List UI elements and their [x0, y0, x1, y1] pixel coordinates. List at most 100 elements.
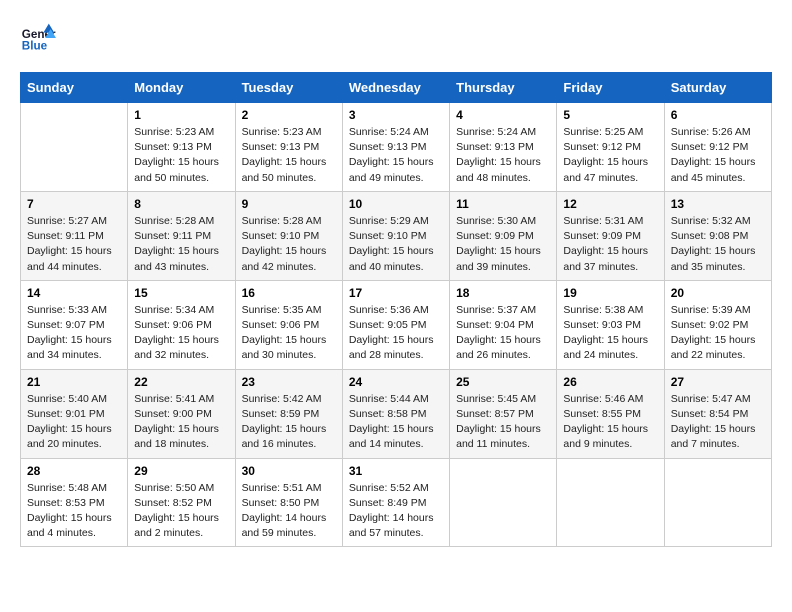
header-day: Saturday: [664, 73, 771, 103]
calendar-cell: 24Sunrise: 5:44 AM Sunset: 8:58 PM Dayli…: [342, 369, 449, 458]
page-header: General Blue: [20, 20, 772, 56]
calendar-cell: 18Sunrise: 5:37 AM Sunset: 9:04 PM Dayli…: [450, 280, 557, 369]
day-number: 23: [242, 375, 336, 389]
cell-info: Sunrise: 5:39 AM Sunset: 9:02 PM Dayligh…: [671, 303, 765, 364]
calendar-cell: 8Sunrise: 5:28 AM Sunset: 9:11 PM Daylig…: [128, 191, 235, 280]
calendar-cell: 7 Sunrise: 5:27 AM Sunset: 9:11 PM Daylig…: [21, 191, 128, 280]
calendar-cell: [557, 458, 664, 547]
header-day: Monday: [128, 73, 235, 103]
calendar-cell: 14Sunrise: 5:33 AM Sunset: 9:07 PM Dayli…: [21, 280, 128, 369]
cell-info: Sunrise: 5:50 AM Sunset: 8:52 PM Dayligh…: [134, 481, 228, 542]
cell-info: Sunrise: 5:42 AM Sunset: 8:59 PM Dayligh…: [242, 392, 336, 453]
cell-info: Sunrise: 5:47 AM Sunset: 8:54 PM Dayligh…: [671, 392, 765, 453]
day-number: 16: [242, 286, 336, 300]
header-row: SundayMondayTuesdayWednesdayThursdayFrid…: [21, 73, 772, 103]
calendar-cell: 19Sunrise: 5:38 AM Sunset: 9:03 PM Dayli…: [557, 280, 664, 369]
calendar-cell: 9 Sunrise: 5:28 AM Sunset: 9:10 PM Daylig…: [235, 191, 342, 280]
calendar-cell: [664, 458, 771, 547]
cell-info: Sunrise: 5:24 AM Sunset: 9:13 PM Dayligh…: [349, 125, 443, 186]
cell-info: Sunrise: 5:25 AM Sunset: 9:12 PM Dayligh…: [563, 125, 657, 186]
calendar-cell: 31Sunrise: 5:52 AM Sunset: 8:49 PM Dayli…: [342, 458, 449, 547]
calendar-cell: 13 Sunrise: 5:32 AM Sunset: 9:08 PM Dayli…: [664, 191, 771, 280]
day-number: 13: [671, 197, 765, 211]
cell-info: Sunrise: 5:38 AM Sunset: 9:03 PM Dayligh…: [563, 303, 657, 364]
day-number: 1: [134, 108, 228, 122]
calendar-cell: 21 Sunrise: 5:40 AM Sunset: 9:01 PM Dayli…: [21, 369, 128, 458]
calendar-cell: 17Sunrise: 5:36 AM Sunset: 9:05 PM Dayli…: [342, 280, 449, 369]
cell-info: Sunrise: 5:32 AM Sunset: 9:08 PM Dayligh…: [671, 214, 765, 275]
svg-text:Blue: Blue: [22, 40, 48, 53]
day-number: 25: [456, 375, 550, 389]
calendar-cell: 22 Sunrise: 5:41 AM Sunset: 9:00 PM Dayli…: [128, 369, 235, 458]
cell-info: Sunrise: 5:24 AM Sunset: 9:13 PM Dayligh…: [456, 125, 550, 186]
day-number: 22: [134, 375, 228, 389]
header-day: Wednesday: [342, 73, 449, 103]
cell-info: Sunrise: 5:35 AM Sunset: 9:06 PM Dayligh…: [242, 303, 336, 364]
calendar-cell: 28 Sunrise: 5:48 AM Sunset: 8:53 PM Dayli…: [21, 458, 128, 547]
calendar-cell: 25 Sunrise: 5:45 AM Sunset: 8:57 PM Dayli…: [450, 369, 557, 458]
calendar-cell: 12 Sunrise: 5:31 AM Sunset: 9:09 PM Dayli…: [557, 191, 664, 280]
calendar-cell: 2Sunrise: 5:23 AM Sunset: 9:13 PM Daylig…: [235, 103, 342, 192]
calendar-cell: 16 Sunrise: 5:35 AM Sunset: 9:06 PM Dayli…: [235, 280, 342, 369]
calendar-cell: 15Sunrise: 5:34 AM Sunset: 9:06 PM Dayli…: [128, 280, 235, 369]
header-day: Friday: [557, 73, 664, 103]
calendar-cell: 11 Sunrise: 5:30 AM Sunset: 9:09 PM Dayli…: [450, 191, 557, 280]
cell-info: Sunrise: 5:51 AM Sunset: 8:50 PM Dayligh…: [242, 481, 336, 542]
day-number: 30: [242, 464, 336, 478]
day-number: 27: [671, 375, 765, 389]
day-number: 29: [134, 464, 228, 478]
day-number: 21: [27, 375, 121, 389]
day-number: 26: [563, 375, 657, 389]
calendar-cell: 20 Sunrise: 5:39 AM Sunset: 9:02 PM Dayli…: [664, 280, 771, 369]
cell-info: Sunrise: 5:31 AM Sunset: 9:09 PM Dayligh…: [563, 214, 657, 275]
calendar-header: SundayMondayTuesdayWednesdayThursdayFrid…: [21, 73, 772, 103]
day-number: 6: [671, 108, 765, 122]
calendar-cell: 29 Sunrise: 5:50 AM Sunset: 8:52 PM Dayli…: [128, 458, 235, 547]
calendar-table: SundayMondayTuesdayWednesdayThursdayFrid…: [20, 72, 772, 547]
day-number: 15: [134, 286, 228, 300]
calendar-cell: 30 Sunrise: 5:51 AM Sunset: 8:50 PM Dayli…: [235, 458, 342, 547]
day-number: 7: [27, 197, 121, 211]
cell-info: Sunrise: 5:27 AM Sunset: 9:11 PM Dayligh…: [27, 214, 121, 275]
day-number: 28: [27, 464, 121, 478]
calendar-cell: 6 Sunrise: 5:26 AM Sunset: 9:12 PM Daylig…: [664, 103, 771, 192]
day-number: 10: [349, 197, 443, 211]
header-day: Sunday: [21, 73, 128, 103]
cell-info: Sunrise: 5:48 AM Sunset: 8:53 PM Dayligh…: [27, 481, 121, 542]
cell-info: Sunrise: 5:29 AM Sunset: 9:10 PM Dayligh…: [349, 214, 443, 275]
cell-info: Sunrise: 5:26 AM Sunset: 9:12 PM Dayligh…: [671, 125, 765, 186]
cell-info: Sunrise: 5:23 AM Sunset: 9:13 PM Dayligh…: [134, 125, 228, 186]
calendar-cell: 27 Sunrise: 5:47 AM Sunset: 8:54 PM Dayli…: [664, 369, 771, 458]
day-number: 11: [456, 197, 550, 211]
day-number: 17: [349, 286, 443, 300]
calendar-cell: 10 Sunrise: 5:29 AM Sunset: 9:10 PM Dayli…: [342, 191, 449, 280]
cell-info: Sunrise: 5:46 AM Sunset: 8:55 PM Dayligh…: [563, 392, 657, 453]
day-number: 8: [134, 197, 228, 211]
day-number: 4: [456, 108, 550, 122]
calendar-week: 14Sunrise: 5:33 AM Sunset: 9:07 PM Dayli…: [21, 280, 772, 369]
calendar-cell: 23 Sunrise: 5:42 AM Sunset: 8:59 PM Dayli…: [235, 369, 342, 458]
cell-info: Sunrise: 5:45 AM Sunset: 8:57 PM Dayligh…: [456, 392, 550, 453]
header-day: Thursday: [450, 73, 557, 103]
cell-info: Sunrise: 5:33 AM Sunset: 9:07 PM Dayligh…: [27, 303, 121, 364]
calendar-cell: [21, 103, 128, 192]
calendar-cell: 4 Sunrise: 5:24 AM Sunset: 9:13 PM Daylig…: [450, 103, 557, 192]
calendar-week: 7 Sunrise: 5:27 AM Sunset: 9:11 PM Daylig…: [21, 191, 772, 280]
cell-info: Sunrise: 5:52 AM Sunset: 8:49 PM Dayligh…: [349, 481, 443, 542]
day-number: 5: [563, 108, 657, 122]
calendar-week: 21 Sunrise: 5:40 AM Sunset: 9:01 PM Dayli…: [21, 369, 772, 458]
cell-info: Sunrise: 5:23 AM Sunset: 9:13 PM Dayligh…: [242, 125, 336, 186]
cell-info: Sunrise: 5:28 AM Sunset: 9:10 PM Dayligh…: [242, 214, 336, 275]
cell-info: Sunrise: 5:30 AM Sunset: 9:09 PM Dayligh…: [456, 214, 550, 275]
calendar-cell: 3 Sunrise: 5:24 AM Sunset: 9:13 PM Daylig…: [342, 103, 449, 192]
day-number: 12: [563, 197, 657, 211]
day-number: 9: [242, 197, 336, 211]
cell-info: Sunrise: 5:41 AM Sunset: 9:00 PM Dayligh…: [134, 392, 228, 453]
calendar-cell: 1 Sunrise: 5:23 AM Sunset: 9:13 PM Daylig…: [128, 103, 235, 192]
day-number: 20: [671, 286, 765, 300]
calendar-cell: [450, 458, 557, 547]
day-number: 3: [349, 108, 443, 122]
cell-info: Sunrise: 5:40 AM Sunset: 9:01 PM Dayligh…: [27, 392, 121, 453]
header-day: Tuesday: [235, 73, 342, 103]
logo-icon: General Blue: [20, 20, 56, 56]
